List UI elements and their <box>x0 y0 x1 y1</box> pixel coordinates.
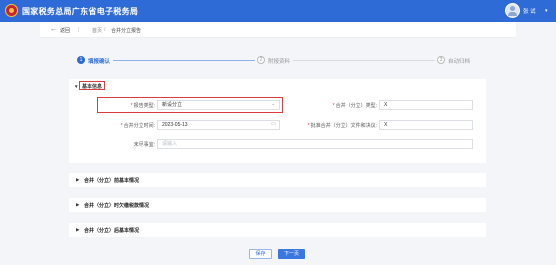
next-page-button[interactable]: 下一页 <box>278 249 305 259</box>
section-before-merge[interactable]: ▶ 合并（分立）前基本情况 <box>69 173 486 187</box>
merge-split-date-picker[interactable]: 2023-05-13 <box>157 120 280 130</box>
step-1-label: 填报确认 <box>88 59 111 65</box>
section-title: 合并（分立）前基本情况 <box>84 178 140 184</box>
step-3-label: 自动归档 <box>448 59 471 65</box>
section-after-merge[interactable]: ▶ 合并（分立）后基本情况 <box>69 223 486 237</box>
user-avatar-icon[interactable] <box>505 3 520 18</box>
merge-split-type-label: *合并（分立）类型: <box>332 103 377 109</box>
approval-doc-input[interactable]: X <box>379 120 473 130</box>
breadcrumb-current: 合并分立报告 <box>111 28 142 34</box>
chevron-down-icon[interactable]: ▾ <box>545 8 548 14</box>
section-expand-icon[interactable]: ▼ <box>74 84 78 89</box>
app-title: 国家税务总局广东省电子税务局 <box>22 7 139 16</box>
section-tax-arrears[interactable]: ▶ 合并（分立）时欠缴税款情况 <box>69 198 486 212</box>
section-title: 合并（分立）时欠缴税款情况 <box>84 203 150 209</box>
step-2-label: 附报资料 <box>268 59 291 65</box>
step-2-number: 2 <box>257 56 265 64</box>
chevron-down-icon[interactable]: ⌄ <box>271 101 275 107</box>
section-title-basic-info: 基本信息 <box>79 81 106 90</box>
expand-arrow-icon[interactable]: ▶ <box>76 177 79 183</box>
merge-split-type-input[interactable]: X <box>379 100 473 110</box>
step-3-number: 3 <box>437 56 445 64</box>
step-1-number: 1 <box>77 56 85 64</box>
calendar-icon[interactable]: ▭ <box>271 121 276 127</box>
step-connector-1 <box>113 60 255 61</box>
breadcrumb-home-link[interactable]: 首页 <box>92 27 102 34</box>
breadcrumb-separator: / <box>104 27 106 33</box>
breadcrumb-divider: | <box>78 27 80 33</box>
expand-arrow-icon[interactable]: ▶ <box>76 227 79 233</box>
pending-matters-label: 未尽事宜: <box>133 142 155 148</box>
approval-doc-label: *批准合并（分立）文件和决议: <box>307 123 377 129</box>
section-title: 合并（分立）后基本情况 <box>84 228 140 234</box>
pending-matters-input[interactable]: 请输入 <box>157 139 473 149</box>
back-arrow-icon[interactable]: ← <box>50 26 57 33</box>
expand-arrow-icon[interactable]: ▶ <box>76 202 79 208</box>
step-connector-2 <box>293 60 435 61</box>
merge-split-date-label: *合并分立时间: <box>120 123 155 129</box>
user-name[interactable]: 张 试 <box>523 7 536 15</box>
basic-info-section: ▼ 基本信息 *报告类型: 新设分立 ⌄ *合并（分立）类型: X *合并分立时… <box>69 79 486 163</box>
progress-steps: 1 填报确认 2 附报资料 3 自动归档 <box>69 55 486 73</box>
back-link[interactable]: 返回 <box>60 27 70 34</box>
save-button[interactable]: 保存 <box>249 249 272 259</box>
tax-emblem-logo <box>5 4 18 17</box>
breadcrumb: ← 返回 | 首页 / 合并分立报告 <box>40 22 516 38</box>
report-type-select[interactable]: 新设分立 <box>157 100 280 110</box>
top-header: 国家税务总局广东省电子税务局 张 试 ▾ <box>0 0 556 22</box>
